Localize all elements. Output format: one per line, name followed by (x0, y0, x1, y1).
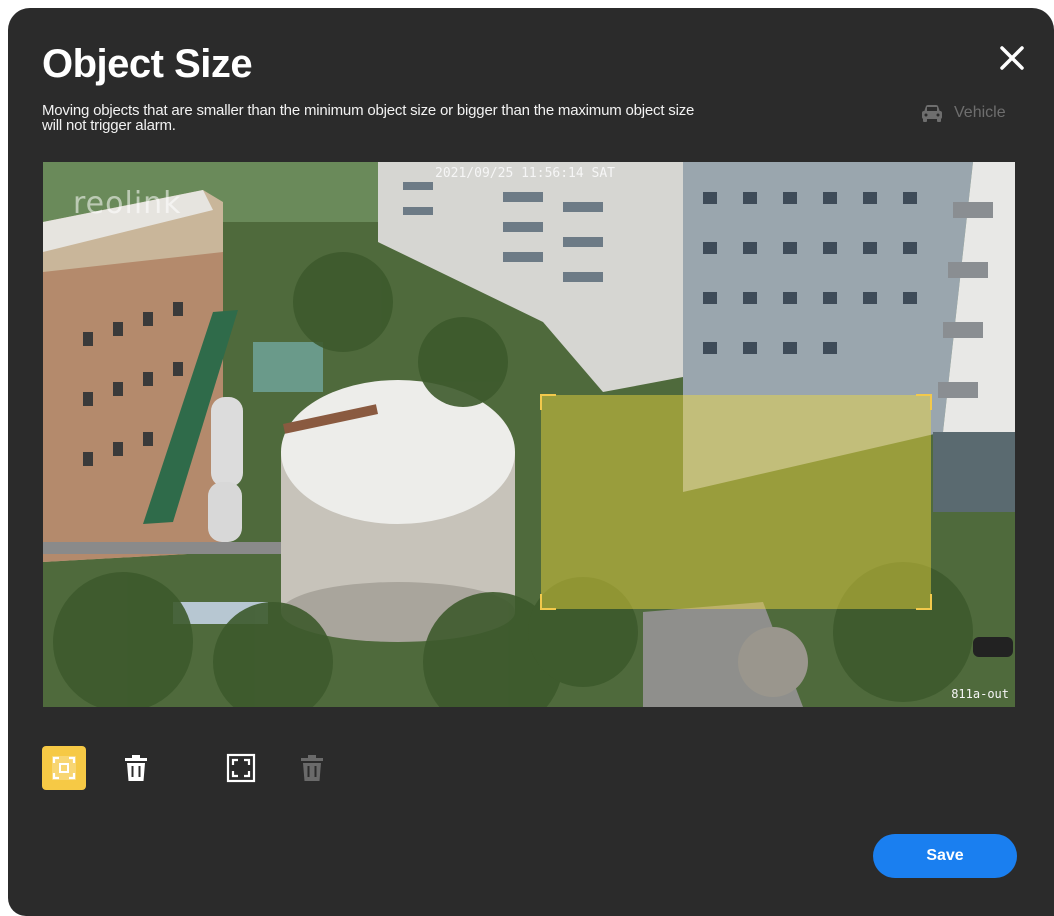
reolink-watermark: reolink (73, 186, 182, 221)
vehicle-label: Vehicle (954, 104, 1006, 121)
object-type-vehicle[interactable]: Vehicle (920, 102, 1006, 124)
description-line-1: Moving objects that are smaller than the… (42, 102, 695, 119)
delete-min-size-button[interactable] (114, 746, 158, 790)
trash-icon (125, 755, 147, 781)
dialog-description: Moving objects that are smaller than the… (42, 103, 862, 133)
max-size-icon (226, 753, 256, 783)
camera-preview[interactable]: reolink 2021/09/25 11:56:14 SAT 811a-out (43, 162, 1015, 707)
car-icon (922, 105, 942, 122)
zone-handle-top-left[interactable] (540, 394, 556, 410)
min-size-tool-button[interactable] (42, 746, 86, 790)
close-icon (1000, 46, 1024, 70)
min-size-icon (52, 756, 76, 780)
video-timestamp: 2021/09/25 11:56:14 SAT (435, 166, 616, 181)
delete-max-size-button[interactable] (290, 746, 334, 790)
max-size-tool-button[interactable] (219, 746, 263, 790)
description-line-2: will not trigger alarm. (42, 117, 176, 134)
close-button[interactable] (996, 42, 1028, 74)
save-button[interactable]: Save (873, 834, 1017, 878)
zone-handle-bottom-right[interactable] (916, 594, 932, 610)
object-size-dialog: Object Size Moving objects that are smal… (8, 8, 1054, 916)
zone-handle-bottom-left[interactable] (540, 594, 556, 610)
camera-name: 811a-out (951, 687, 1009, 701)
zone-handle-top-right[interactable] (916, 394, 932, 410)
trash-icon (301, 755, 323, 781)
dialog-title: Object Size (42, 42, 253, 86)
min-object-size-zone[interactable] (540, 394, 932, 610)
